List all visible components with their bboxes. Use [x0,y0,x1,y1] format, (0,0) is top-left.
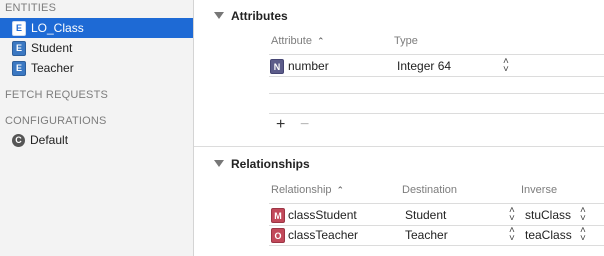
divider [269,245,604,246]
relationship-name[interactable]: classStudent [288,208,357,222]
attribute-name[interactable]: number [288,59,329,73]
sidebar: ENTITIES E LO_Class E Student E Teacher … [0,0,194,256]
entities-header: ENTITIES [5,2,57,14]
relationships-title: Relationships [231,157,310,171]
attributes-title: Attributes [231,9,288,23]
sidebar-item-student[interactable]: E Student [0,38,193,58]
divider [269,113,604,114]
relationship-destination[interactable]: Teacher [405,228,448,242]
up-down-stepper-icon[interactable]: ˄ ˅ [580,206,586,224]
sidebar-item-label: Student [31,41,73,55]
sidebar-item-label: Teacher [31,61,74,75]
sidebar-item-label: LO_Class [31,21,84,35]
attribute-column-header[interactable]: Attribute ⌃ [271,35,325,47]
remove-attribute-button[interactable]: − [300,116,309,134]
relationships-disclosure-icon[interactable] [214,160,224,167]
relationship-inverse[interactable]: stuClass [525,208,571,222]
sidebar-item-teacher[interactable]: E Teacher [0,58,193,78]
to-one-badge-icon: O [271,228,285,243]
relationship-name[interactable]: classTeacher [288,228,358,242]
entity-badge-icon: E [12,60,26,76]
up-down-stepper-icon[interactable]: ˄ ˅ [580,226,586,244]
chevron-up-icon: ⌃ [336,185,345,195]
up-down-stepper-icon[interactable]: ˄ ˅ [509,226,515,244]
attributes-disclosure-icon[interactable] [214,12,224,19]
sidebar-item-lo-class[interactable]: E LO_Class [0,18,193,38]
destination-column-header[interactable]: Destination [402,184,457,196]
chevron-up-icon: ⌃ [316,36,325,46]
relationship-inverse[interactable]: teaClass [525,228,572,242]
inverse-column-header[interactable]: Inverse [521,184,557,196]
entity-editor: Attributes Attribute ⌃ Type N number Inte… [194,0,604,256]
relationship-row[interactable]: M classStudent Student ˄ ˅ stuClass ˄ ˅ [269,205,604,225]
entity-badge-icon: E [12,20,26,36]
fetch-requests-header: FETCH REQUESTS [5,89,109,101]
entity-badge-icon: E [12,40,26,56]
sidebar-item-label: Default [30,133,69,147]
configurations-header: CONFIGURATIONS [5,115,107,127]
sidebar-item-default[interactable]: C Default [0,130,193,150]
divider [269,76,604,77]
relationship-destination[interactable]: Student [405,208,446,222]
attribute-type[interactable]: Integer 64 [397,59,451,73]
up-down-stepper-icon[interactable]: ˄ ˅ [503,57,509,75]
attribute-badge-icon: N [270,59,284,74]
attribute-row[interactable]: N number Integer 64 ˄ ˅ [269,56,604,76]
configuration-badge-icon: C [12,133,25,147]
to-many-badge-icon: M [271,208,285,223]
divider [269,54,604,55]
relationship-row[interactable]: O classTeacher Teacher ˄ ˅ teaClass ˄ ˅ [269,225,604,245]
divider [269,203,604,204]
add-attribute-button[interactable]: + [276,116,285,134]
type-column-header[interactable]: Type [394,35,418,47]
section-divider [194,146,604,147]
divider [269,93,604,94]
relationship-column-header[interactable]: Relationship ⌃ [271,184,344,196]
up-down-stepper-icon[interactable]: ˄ ˅ [509,206,515,224]
